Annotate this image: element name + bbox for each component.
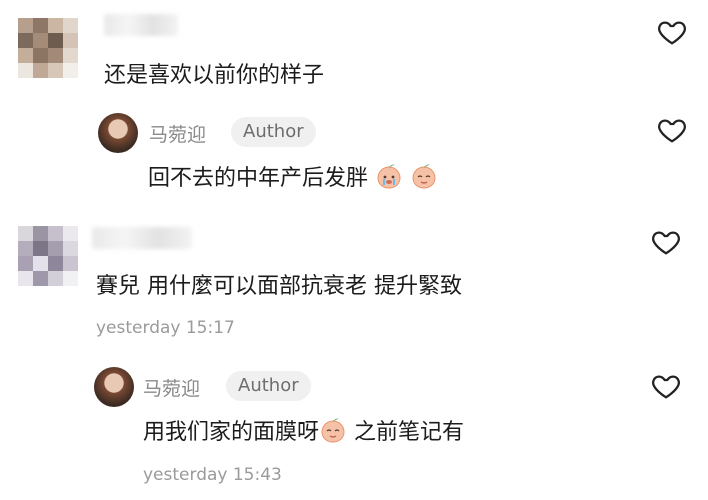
heart-outline-icon[interactable] xyxy=(650,226,682,258)
author-badge: Author xyxy=(226,371,311,401)
comment-text: 还是喜欢以前你的样子 xyxy=(104,63,325,88)
author-name[interactable]: 马菀迎 xyxy=(143,374,200,401)
comment-text-main: 回不去的中年产后发胖 xyxy=(148,166,369,191)
heart-outline-icon[interactable] xyxy=(650,370,682,402)
comment-text: 用我们家的面膜呀 之前笔记有 xyxy=(143,414,464,446)
username-blurred[interactable] xyxy=(104,14,178,36)
avatar[interactable] xyxy=(18,226,78,286)
comment-text-before: 用我们家的面膜呀 xyxy=(143,420,320,445)
timestamp: yesterday 15:17 xyxy=(96,318,235,338)
peach-crying-emoji-icon xyxy=(377,164,401,189)
avatar[interactable] xyxy=(94,367,134,407)
comment-text-after: 之前笔记有 xyxy=(347,420,465,445)
peach-emoji-icon xyxy=(412,164,436,189)
avatar[interactable] xyxy=(18,18,78,78)
peach-emoji-icon xyxy=(321,418,345,443)
username-blurred[interactable] xyxy=(92,227,192,249)
author-badge: Author xyxy=(231,117,316,147)
comment-text: 回不去的中年产后发胖 xyxy=(148,160,438,192)
comment-text: 賽兒 用什麼可以面部抗衰老 提升緊致 xyxy=(96,274,462,299)
heart-outline-icon[interactable] xyxy=(656,114,688,146)
timestamp: yesterday 15:43 xyxy=(143,465,282,485)
heart-outline-icon[interactable] xyxy=(656,16,688,48)
author-name[interactable]: 马菀迎 xyxy=(149,120,206,147)
avatar[interactable] xyxy=(98,113,138,153)
